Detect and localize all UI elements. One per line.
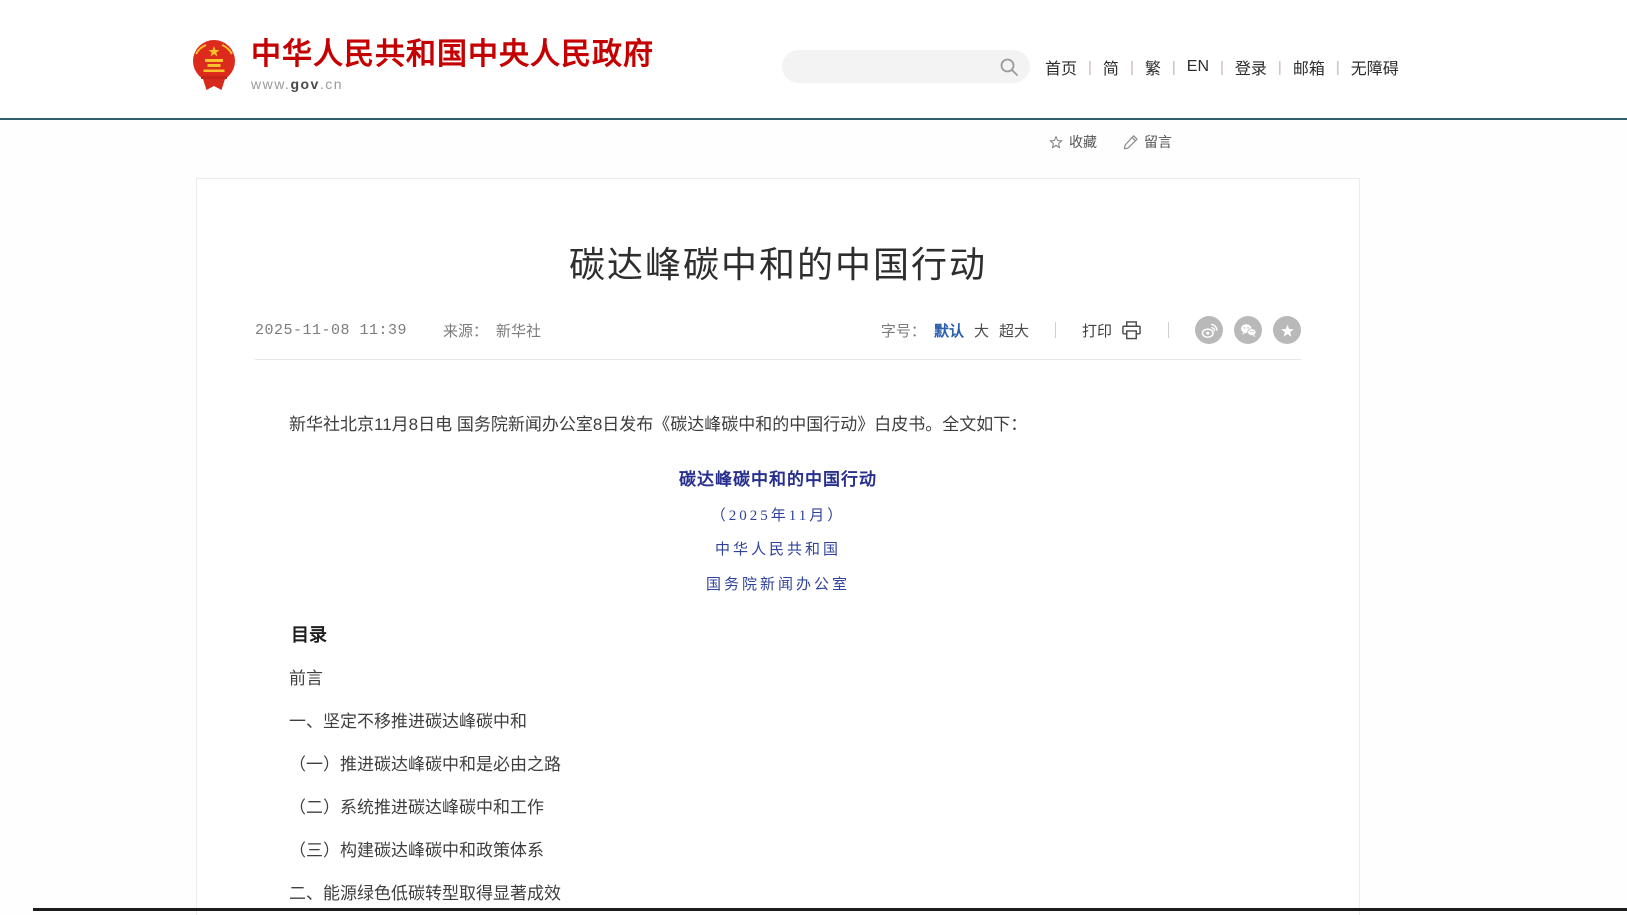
message-button[interactable]: 留言 — [1123, 132, 1172, 152]
font-size-option[interactable]: 超大 — [999, 320, 1029, 341]
header-divider — [0, 118, 1627, 120]
printer-icon — [1121, 321, 1142, 340]
print-button[interactable]: 打印 — [1082, 320, 1142, 341]
bottom-edge-line — [33, 908, 1627, 911]
article-card-inner: 碳达峰碳中和的中国行动 2025-11-08 11:39 来源： 新华社 字号：… — [197, 179, 1359, 915]
toc-item: （三）构建碳达峰碳中和政策体系 — [255, 841, 1301, 861]
nav-link[interactable]: 简 — [1103, 55, 1119, 79]
print-label: 打印 — [1082, 320, 1112, 341]
national-emblem-icon — [190, 38, 238, 94]
nav-link[interactable]: 首页 — [1045, 55, 1077, 79]
article-card: 碳达峰碳中和的中国行动 2025-11-08 11:39 来源： 新华社 字号：… — [196, 178, 1360, 915]
more-share-button[interactable] — [1273, 316, 1301, 344]
site-url-prefix: www. — [251, 76, 290, 92]
nav-link[interactable]: 繁 — [1145, 55, 1161, 79]
page: 中华人民共和国中央人民政府 www.gov.cn 首页 | 简 | 繁 | EN | 登录 | 邮箱… — [0, 0, 1627, 915]
star-icon — [1048, 134, 1064, 150]
quick-actions: 收藏 留言 — [1048, 132, 1172, 152]
separator: | — [1172, 59, 1176, 76]
share-icons — [1195, 316, 1301, 344]
source-value[interactable]: 新华社 — [496, 320, 541, 341]
weibo-share-button[interactable] — [1195, 316, 1223, 344]
toc-item: （一）推进碳达峰碳中和是必由之路 — [255, 755, 1301, 775]
weibo-icon — [1200, 321, 1219, 340]
search-icon[interactable] — [999, 57, 1019, 77]
separator: | — [1278, 59, 1282, 76]
message-label: 留言 — [1144, 132, 1172, 152]
whitepaper-date: （2025年11月） — [255, 507, 1301, 527]
font-size-option[interactable]: 默认 — [934, 320, 964, 341]
site-logo-link[interactable]: 中华人民共和国中央人民政府 www.gov.cn — [190, 38, 654, 94]
favorite-button[interactable]: 收藏 — [1048, 132, 1097, 152]
separator: | — [1336, 59, 1340, 76]
nav-link[interactable]: EN — [1187, 58, 1209, 76]
wechat-icon — [1239, 321, 1258, 340]
article-title: 碳达峰碳中和的中国行动 — [255, 243, 1301, 286]
divider — [1168, 322, 1169, 338]
article-body: 新华社北京11月8日电 国务院新闻办公室8日发布《碳达峰碳中和的中国行动》白皮书… — [255, 412, 1301, 915]
toc-item: 前言 — [255, 669, 1301, 689]
toc-item: 二、能源绿色低碳转型取得显著成效 — [255, 884, 1301, 904]
font-size-options: 默认大超大 — [934, 320, 1029, 341]
nav-link[interactable]: 无障碍 — [1351, 55, 1399, 79]
lead-paragraph: 新华社北京11月8日电 国务院新闻办公室8日发布《碳达峰碳中和的中国行动》白皮书… — [255, 412, 1301, 438]
wechat-share-button[interactable] — [1234, 316, 1262, 344]
brand-text: 中华人民共和国中央人民政府 www.gov.cn — [251, 38, 654, 92]
divider — [1055, 322, 1056, 338]
separator: | — [1130, 59, 1134, 76]
star-circle-icon — [1278, 321, 1297, 340]
whitepaper-org-line1: 中华人民共和国 — [255, 541, 1301, 561]
separator: | — [1088, 59, 1092, 76]
article-meta-row: 2025-11-08 11:39 来源： 新华社 字号： 默认大超大 打印 — [255, 316, 1301, 360]
source-label: 来源： — [443, 320, 488, 341]
article-meta-left: 2025-11-08 11:39 来源： 新华社 — [255, 320, 541, 341]
site-title: 中华人民共和国中央人民政府 — [251, 38, 654, 71]
toc-item: （二）系统推进碳达峰碳中和工作 — [255, 798, 1301, 818]
publish-time: 2025-11-08 11:39 — [255, 322, 407, 339]
whitepaper-title: 碳达峰碳中和的中国行动 — [255, 465, 1301, 490]
pencil-icon — [1123, 134, 1139, 150]
site-header: 中华人民共和国中央人民政府 www.gov.cn 首页 | 简 | 繁 | EN | 登录 | 邮箱… — [0, 0, 1627, 118]
nav-link[interactable]: 邮箱 — [1293, 55, 1325, 79]
search-box — [782, 50, 1030, 83]
favorite-label: 收藏 — [1069, 132, 1097, 152]
separator: | — [1220, 59, 1224, 76]
toc-item: 一、坚定不移推进碳达峰碳中和 — [255, 712, 1301, 732]
site-url-gov: gov — [290, 76, 319, 92]
font-size-label: 字号： — [881, 320, 926, 341]
toc-list: 前言一、坚定不移推进碳达峰碳中和 （一）推进碳达峰碳中和是必由之路 （二）系统推进碳… — [255, 669, 1301, 915]
top-nav: 首页 | 简 | 繁 | EN | 登录 | 邮箱 | 无障碍 — [1045, 55, 1399, 79]
article-meta-right: 字号： 默认大超大 打印 — [881, 316, 1301, 344]
whitepaper-org-line2: 国务院新闻办公室 — [255, 576, 1301, 596]
nav-link[interactable]: 登录 — [1235, 55, 1267, 79]
site-url-suffix: .cn — [320, 76, 343, 92]
toc-title: 目录 — [255, 621, 1301, 647]
search-input[interactable] — [782, 50, 999, 83]
site-url: www.gov.cn — [251, 76, 654, 92]
font-size-option[interactable]: 大 — [974, 320, 989, 341]
